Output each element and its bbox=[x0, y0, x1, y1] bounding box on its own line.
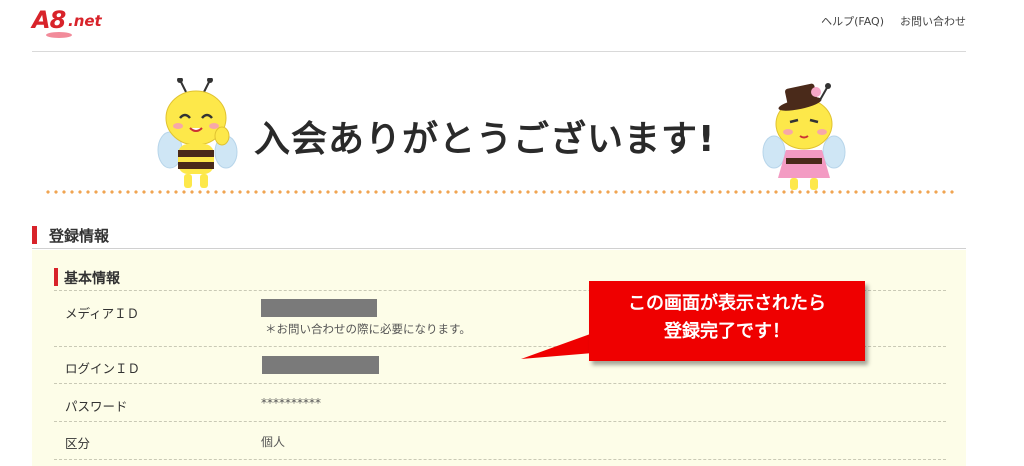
password-label: パスワード bbox=[65, 399, 128, 414]
password-row: パスワード ********** bbox=[54, 383, 946, 421]
category-row: 区分 個人 bbox=[54, 421, 946, 459]
password-value: ********** bbox=[261, 396, 321, 410]
subheading-accent-bar bbox=[54, 268, 58, 286]
login-id-label: ログインＩＤ bbox=[65, 361, 141, 376]
logo-smile-icon bbox=[46, 32, 72, 38]
dotted-divider bbox=[44, 190, 956, 194]
logo-text: A8 bbox=[32, 6, 66, 34]
media-id-note: ＊お問い合わせの際に必要になります。 bbox=[265, 322, 471, 336]
completion-callout: この画面が表示されたら 登録完了です！ bbox=[517, 281, 867, 365]
logo-suffix: .net bbox=[68, 12, 102, 30]
row-divider bbox=[54, 459, 946, 460]
heading-accent-bar bbox=[32, 226, 37, 244]
a8net-logo[interactable]: A8 .net bbox=[32, 6, 122, 42]
section-title: 登録情報 bbox=[49, 227, 110, 245]
category-value: 個人 bbox=[261, 435, 286, 449]
site-header: A8 .net ヘルプ(FAQ) お問い合わせ bbox=[32, 0, 966, 52]
bee-mascot-icon bbox=[157, 78, 238, 188]
bee-mascot-hat-icon bbox=[762, 83, 846, 190]
header-links: ヘルプ(FAQ) お問い合わせ bbox=[821, 13, 966, 29]
callout-line-2: 登録完了です！ bbox=[664, 321, 790, 342]
media-id-label: メディアＩＤ bbox=[65, 306, 140, 321]
callout-text: この画面が表示されたら 登録完了です！ bbox=[589, 290, 865, 346]
help-faq-link[interactable]: ヘルプ(FAQ) bbox=[821, 13, 884, 29]
contact-link[interactable]: お問い合わせ bbox=[900, 13, 966, 29]
callout-box: この画面が表示されたら 登録完了です！ bbox=[589, 281, 865, 361]
welcome-banner: 入会ありがとうございます! bbox=[32, 62, 966, 198]
registration-info-heading: 登録情報 bbox=[32, 222, 966, 249]
callout-line-1: この画面が表示されたら bbox=[628, 293, 826, 314]
subsection-title: 基本情報 bbox=[64, 271, 120, 287]
welcome-title: 入会ありがとうございます! bbox=[254, 119, 716, 160]
login-id-redacted bbox=[262, 356, 379, 374]
media-id-redacted bbox=[261, 299, 377, 317]
category-label: 区分 bbox=[65, 436, 91, 451]
